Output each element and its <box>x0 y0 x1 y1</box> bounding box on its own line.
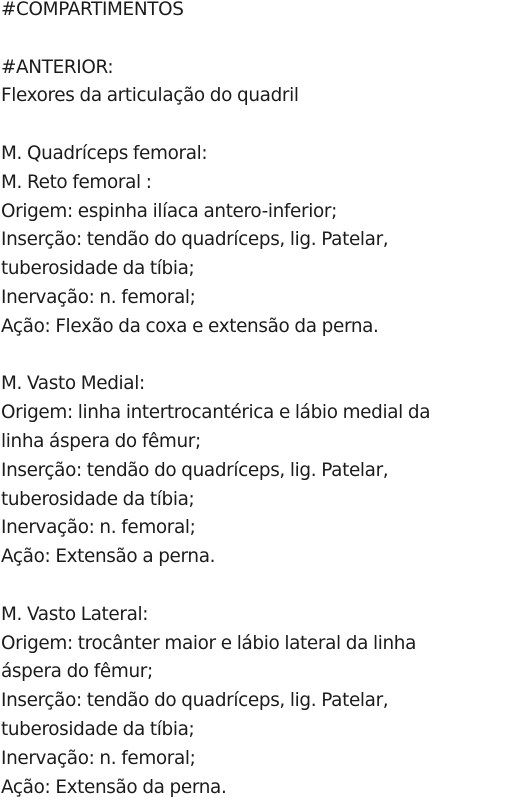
muscle-origin: Origem: trocânter maior e lábio lateral … <box>1 632 417 654</box>
muscle-origin: Origem: linha intertrocantérica e lábio … <box>1 402 431 424</box>
note-text-body[interactable]: #COMPARTIMENTOS #ANTERIOR: Flexores da a… <box>1 0 509 802</box>
section-title: #ANTERIOR: <box>1 56 114 78</box>
muscle-name: M. Reto femoral : <box>1 171 152 193</box>
muscle-insertion: Inserção: tendão do quadríceps, lig. Pat… <box>1 229 389 251</box>
muscle-origin-cont: linha áspera do fêmur; <box>1 430 201 452</box>
muscle-name: M. Vasto Lateral: <box>1 603 149 625</box>
muscle-name: M. Vasto Medial: <box>1 373 145 395</box>
muscle-action: Ação: Extensão da perna. <box>1 776 227 798</box>
muscle-origin: Origem: espinha ilíaca antero-inferior; <box>1 200 337 222</box>
muscle-origin-cont: áspera do fêmur; <box>1 661 153 683</box>
muscle-insertion: Inserção: tendão do quadríceps, lig. Pat… <box>1 690 389 712</box>
muscle-insertion-cont: tuberosidade da tíbia; <box>1 258 195 280</box>
section-subtitle: Flexores da articulação do quadril <box>1 85 299 107</box>
muscle-insertion: Inserção: tendão do quadríceps, lig. Pat… <box>1 459 389 481</box>
muscle-action: Ação: Extensão a perna. <box>1 546 216 568</box>
document-heading: #COMPARTIMENTOS <box>1 0 184 20</box>
muscle-innervation: Inervação: n. femoral; <box>1 517 196 539</box>
muscle-innervation: Inervação: n. femoral; <box>1 747 196 769</box>
group-title: M. Quadríceps femoral: <box>1 142 208 164</box>
muscle-action: Ação: Flexão da coxa e extensão da perna… <box>1 315 379 337</box>
muscle-innervation: Inervação: n. femoral; <box>1 286 196 308</box>
muscle-insertion-cont: tuberosidade da tíbia; <box>1 718 195 740</box>
muscle-insertion-cont: tuberosidade da tíbia; <box>1 488 195 510</box>
